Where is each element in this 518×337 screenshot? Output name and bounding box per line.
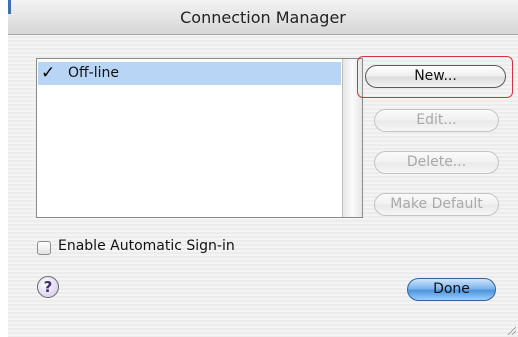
edit-button[interactable]: Edit... [374, 109, 499, 132]
done-button[interactable]: Done [407, 278, 496, 301]
delete-button[interactable]: Delete... [374, 151, 499, 174]
title-bar[interactable]: Connection Manager [8, 0, 518, 35]
resize-grip-icon[interactable] [506, 325, 516, 335]
window-left-edge [0, 0, 8, 337]
new-button[interactable]: New... [365, 65, 506, 88]
make-default-button[interactable]: Make Default [374, 193, 499, 216]
checkmark-icon: ✓ [41, 63, 56, 83]
connection-list[interactable]: ✓ Off-line [36, 58, 363, 218]
list-item-offline[interactable]: ✓ Off-line [38, 62, 341, 85]
connection-manager-dialog: Connection Manager ✓ Off-line New... Edi… [8, 0, 518, 337]
window-title: Connection Manager [180, 8, 346, 27]
auto-signin-label: Enable Automatic Sign-in [58, 238, 235, 254]
window-corner-accent [8, 0, 11, 14]
auto-signin-checkbox[interactable] [37, 241, 51, 255]
list-item-label: Off-line [68, 65, 119, 81]
help-button[interactable]: ? [37, 276, 59, 298]
